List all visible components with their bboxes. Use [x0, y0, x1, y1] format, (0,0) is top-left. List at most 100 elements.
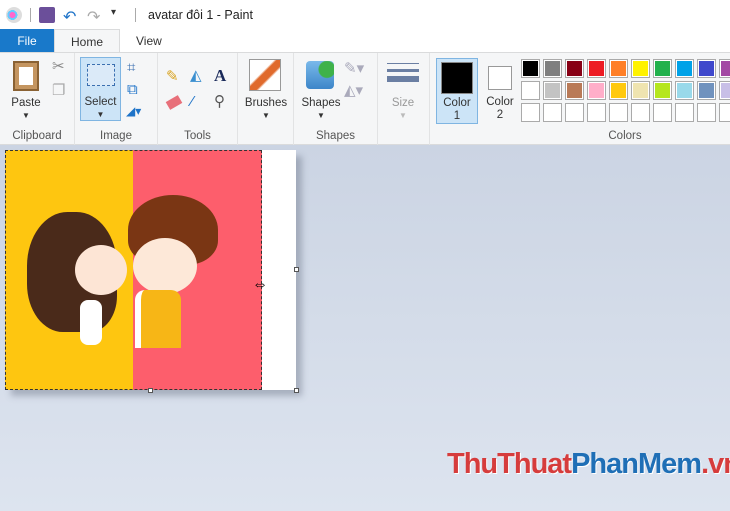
redo-icon[interactable]: ↷	[87, 7, 103, 26]
color1-button[interactable]: Color 1	[436, 58, 478, 124]
swatch-fill	[633, 83, 648, 98]
tab-view[interactable]: View	[120, 29, 178, 53]
custom-color-slot[interactable]	[719, 103, 730, 122]
resize-cursor-icon: ⇔	[252, 276, 268, 293]
chevron-down-icon[interactable]: ▼	[4, 111, 48, 120]
brush-icon[interactable]	[249, 59, 281, 91]
palette-swatch[interactable]	[521, 81, 540, 100]
chevron-down-icon[interactable]: ▼	[296, 111, 346, 120]
swatch-fill	[611, 61, 626, 76]
color2-number: 2	[496, 109, 504, 121]
swatch-fill	[589, 61, 604, 76]
undo-icon[interactable]: ↶	[63, 7, 79, 26]
palette-swatch[interactable]	[587, 59, 606, 78]
colors-group: Color 1 Color 2 Colors	[430, 53, 730, 145]
resize-icon[interactable]: ⧉	[127, 82, 138, 97]
cut-icon[interactable]: ✂	[52, 59, 65, 74]
text-icon[interactable]: A	[214, 67, 226, 84]
crop-icon[interactable]: ⌗	[127, 60, 135, 75]
swatch-fill	[655, 61, 670, 76]
image-label: Image	[100, 130, 132, 142]
size-button[interactable]: Size	[378, 97, 428, 109]
shapes-label: Shapes	[315, 130, 355, 142]
paste-button[interactable]: Paste	[4, 97, 48, 109]
swatch-fill	[545, 61, 560, 76]
custom-color-slot[interactable]	[609, 103, 628, 122]
custom-color-slot[interactable]	[587, 103, 606, 122]
select-rect-icon	[86, 64, 115, 86]
palette-swatch[interactable]	[697, 81, 716, 100]
resize-handle-corner[interactable]	[294, 388, 299, 393]
resize-handle-bottom[interactable]	[148, 388, 153, 393]
swatch-fill	[545, 83, 560, 98]
size-icon[interactable]	[387, 63, 419, 82]
palette-swatch[interactable]	[653, 59, 672, 78]
pencil-icon[interactable]: ✎	[166, 69, 179, 84]
fill-icon[interactable]: ◭	[190, 68, 202, 83]
watermark-part3: .vn	[701, 448, 730, 480]
paint-app-icon	[6, 6, 22, 23]
palette-swatch[interactable]	[697, 59, 716, 78]
palette-swatch[interactable]	[719, 81, 730, 100]
palette-swatch[interactable]	[609, 81, 628, 100]
palette-swatch[interactable]	[543, 81, 562, 100]
ribbon-tabs: File Home View	[0, 29, 730, 53]
customize-quick-access-icon[interactable]: ▾	[111, 7, 127, 23]
shapes-group: Shapes ▼ ✎▾ ◭▾ Shapes	[294, 53, 378, 145]
swatch-fill	[699, 61, 714, 76]
select-label: Select	[84, 96, 117, 108]
palette-swatch[interactable]	[565, 59, 584, 78]
swatch-fill	[677, 61, 692, 76]
custom-color-slot[interactable]	[697, 103, 716, 122]
divider	[135, 7, 136, 22]
tools-label: Tools	[184, 130, 211, 142]
custom-color-slot[interactable]	[631, 103, 650, 122]
palette-swatch[interactable]	[631, 59, 650, 78]
palette-swatch[interactable]	[719, 59, 730, 78]
color2-word: Color	[486, 96, 514, 108]
swatch-fill	[523, 83, 538, 98]
swatch-fill	[523, 61, 538, 76]
brushes-button[interactable]: Brushes	[238, 97, 294, 109]
watermark-part2: PhanMem	[571, 448, 702, 480]
color-picker-icon[interactable]: ⁄	[191, 94, 194, 109]
palette-swatch[interactable]	[631, 81, 650, 100]
swatch-fill	[611, 83, 626, 98]
palette-swatch[interactable]	[521, 59, 540, 78]
size-group: Size ▼	[378, 53, 430, 145]
shapes-icon[interactable]	[306, 61, 334, 89]
palette-swatch[interactable]	[609, 59, 628, 78]
paste-icon[interactable]	[13, 61, 39, 91]
palette-swatch[interactable]	[653, 81, 672, 100]
custom-color-slot[interactable]	[543, 103, 562, 122]
resize-handle-right[interactable]	[294, 267, 299, 272]
color2-button[interactable]: Color 2	[480, 58, 520, 124]
outline-icon[interactable]: ✎▾	[344, 61, 364, 76]
tab-file[interactable]: File	[0, 29, 54, 53]
copy-icon[interactable]: ❐	[52, 83, 65, 98]
chevron-down-icon: ▼	[96, 110, 105, 119]
palette-swatch[interactable]	[543, 59, 562, 78]
custom-color-slot[interactable]	[521, 103, 540, 122]
palette-swatch[interactable]	[587, 81, 606, 100]
custom-color-slot[interactable]	[675, 103, 694, 122]
rotate-icon[interactable]: ◢▾	[126, 105, 141, 117]
chevron-down-icon[interactable]: ▼	[238, 111, 294, 120]
custom-color-slot[interactable]	[653, 103, 672, 122]
save-icon[interactable]	[39, 6, 55, 23]
chevron-down-icon: ▼	[399, 111, 407, 120]
palette-swatch[interactable]	[675, 59, 694, 78]
tab-home[interactable]: Home	[54, 29, 121, 53]
custom-color-slot[interactable]	[565, 103, 584, 122]
image-group: Select ▼ ⌗ ⧉ ◢▾ Image	[75, 53, 158, 145]
eraser-icon[interactable]	[165, 95, 183, 110]
palette-swatch[interactable]	[565, 81, 584, 100]
divider	[30, 7, 31, 22]
color1-swatch	[441, 62, 473, 94]
select-button[interactable]: Select ▼	[80, 57, 121, 121]
drawing-canvas[interactable]: ⇔	[5, 150, 299, 393]
shapes-button[interactable]: Shapes	[296, 97, 346, 109]
palette-swatch[interactable]	[675, 81, 694, 100]
magnifier-icon[interactable]: ⚲	[214, 94, 225, 109]
fill-shape-icon[interactable]: ◭▾	[344, 83, 363, 98]
